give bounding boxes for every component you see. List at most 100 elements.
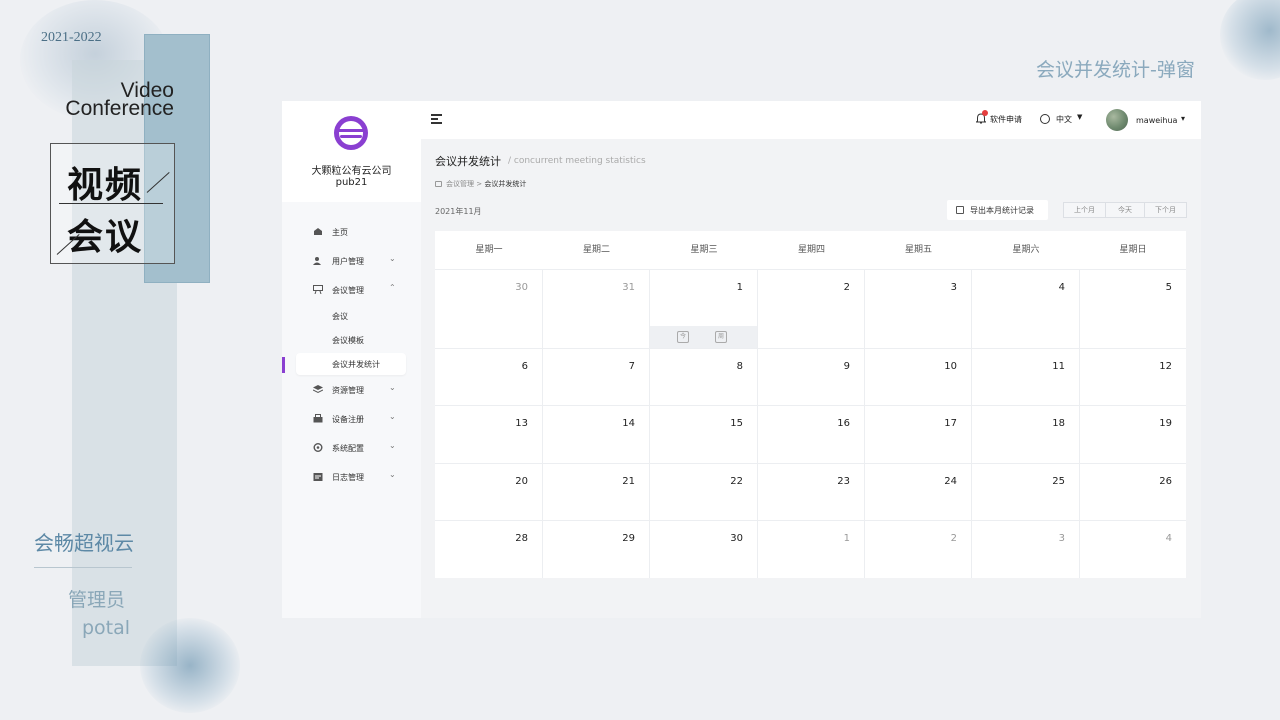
calendar-day-cell[interactable]: 24: [865, 463, 972, 520]
sidebar-subitem-meeting[interactable]: 会议: [296, 305, 406, 327]
chevron-down-icon: ⌄: [389, 441, 396, 450]
sidebar-item-meetings[interactable]: 会议管理 ⌃: [282, 278, 421, 302]
calendar-day-cell[interactable]: 22: [650, 463, 758, 520]
calendar-day-cell[interactable]: 18: [972, 405, 1080, 463]
breadcrumb-current: 会议并发统计: [484, 180, 527, 188]
breadcrumb-icon: [435, 181, 442, 187]
day-number: 10: [944, 361, 957, 372]
page-title: 会议并发统计: [435, 155, 501, 168]
calendar-day-cell[interactable]: 3: [972, 520, 1080, 578]
chevron-down-icon: ⌄: [389, 383, 396, 392]
language-label: 中文: [1056, 115, 1072, 124]
sidebar-subitem-meeting-template[interactable]: 会议模板: [296, 329, 406, 351]
day-view-icon[interactable]: 今: [677, 331, 689, 343]
day-number: 30: [515, 282, 528, 293]
ink-splash-bottom-left: [140, 618, 240, 713]
day-number: 14: [622, 418, 635, 429]
calendar-day-cell[interactable]: 15: [650, 405, 758, 463]
day-number: 1: [843, 533, 850, 544]
sidebar-item-home[interactable]: 主页: [282, 220, 421, 244]
calendar-day-cell[interactable]: 30: [650, 520, 758, 578]
calendar-day-cell[interactable]: 19: [1080, 405, 1186, 463]
calendar-day-cell[interactable]: 13: [435, 405, 543, 463]
sidebar-item-system[interactable]: 系统配置 ⌄: [282, 436, 421, 460]
calendar-day-cell[interactable]: 9: [758, 348, 865, 405]
calendar-day-cell[interactable]: 11: [972, 348, 1080, 405]
day-number: 16: [837, 418, 850, 429]
sidebar-item-users[interactable]: 用户管理 ⌄: [282, 249, 421, 273]
sidebar-item-logs[interactable]: 日志管理 ⌄: [282, 465, 421, 489]
calendar-day-cell[interactable]: 14: [543, 405, 650, 463]
day-number: 23: [837, 476, 850, 487]
settings-icon: [313, 443, 323, 452]
calendar-day-cell[interactable]: 23: [758, 463, 865, 520]
day-number: 3: [1058, 533, 1065, 544]
sidebar-subitem-concurrent-stats[interactable]: 会议并发统计: [296, 353, 406, 375]
week-view-icon[interactable]: 周: [715, 331, 727, 343]
org-name: 大颗粒公有云公司: [311, 166, 392, 177]
calendar-day-cell[interactable]: 1: [758, 520, 865, 578]
sidebar-item-label: 主页: [332, 228, 348, 237]
prev-month-button[interactable]: 上个月: [1064, 203, 1105, 217]
calendar-day-cell[interactable]: 16: [758, 405, 865, 463]
calendar-day-cell[interactable]: 30: [435, 269, 543, 348]
calendar-day-cell[interactable]: 5: [1080, 269, 1186, 348]
calendar-day-cell[interactable]: 21: [543, 463, 650, 520]
breadcrumb-item[interactable]: 会议管理: [446, 180, 474, 188]
day-number: 4: [1058, 282, 1065, 293]
device-icon: [313, 414, 323, 423]
slide-title-box: 视频 会议: [50, 143, 175, 264]
slide-brand: 会畅超视云: [34, 531, 134, 555]
day-number: 11: [1052, 361, 1065, 372]
calendar-day-cell[interactable]: 4: [1080, 520, 1186, 578]
calendar-day-cell[interactable]: 8: [650, 348, 758, 405]
calendar-day-cell[interactable]: 4: [972, 269, 1080, 348]
calendar-day-cell[interactable]: 28: [435, 520, 543, 578]
calendar-day-cell[interactable]: 25: [972, 463, 1080, 520]
breadcrumb-separator: >: [476, 180, 483, 188]
day-number: 26: [1159, 476, 1172, 487]
sidebar-subitem-label: 会议: [332, 312, 348, 321]
day-number: 17: [944, 418, 957, 429]
month-nav: 上个月 今天 下个月: [1063, 202, 1187, 218]
calendar-day-cell[interactable]: 6: [435, 348, 543, 405]
calendar-day-cell[interactable]: 3: [865, 269, 972, 348]
export-month-button[interactable]: 导出本月统计记录: [947, 200, 1048, 220]
day-number: 29: [622, 533, 635, 544]
day-number: 31: [622, 282, 635, 293]
main-content: 会议并发统计 / concurrent meeting statistics 会…: [421, 139, 1201, 618]
weekday-header: 星期六: [1012, 245, 1040, 255]
software-apply-label: 软件申请: [990, 115, 1022, 124]
calendar-day-cell[interactable]: 2: [758, 269, 865, 348]
next-month-button[interactable]: 下个月: [1145, 203, 1186, 217]
today-button[interactable]: 今天: [1105, 203, 1145, 217]
calendar-day-cell[interactable]: 29: [543, 520, 650, 578]
slide-title-stroke: [146, 172, 170, 193]
sidebar-item-label: 设备注册: [332, 415, 364, 424]
sidebar-item-label: 资源管理: [332, 386, 364, 395]
day-number: 3: [950, 282, 957, 293]
calendar-day-cell[interactable]: 31: [543, 269, 650, 348]
sidebar-item-resources[interactable]: 资源管理 ⌄: [282, 378, 421, 402]
chevron-down-icon: ⌄: [389, 254, 396, 263]
calendar-day-cell[interactable]: 26: [1080, 463, 1186, 520]
calendar-day-cell[interactable]: 12: [1080, 348, 1186, 405]
sidebar-item-label: 用户管理: [332, 257, 364, 266]
caret-down-icon: ▼: [1077, 113, 1083, 121]
calendar-day-cell[interactable]: 7: [543, 348, 650, 405]
calendar-day-cell[interactable]: 20: [435, 463, 543, 520]
org-code: pub21: [335, 177, 368, 188]
calendar-day-cell[interactable]: 10: [865, 348, 972, 405]
globe-icon: [1040, 114, 1050, 124]
calendar-day-cell[interactable]: 2: [865, 520, 972, 578]
notification-badge: [982, 110, 988, 116]
slide-title-rule: [59, 203, 163, 204]
sidebar-subitem-label: 会议模板: [332, 336, 364, 345]
calendar-day-cell[interactable]: 17: [865, 405, 972, 463]
sidebar-subitem-label: 会议并发统计: [332, 360, 380, 369]
org-logo-icon: [334, 116, 368, 150]
menu-toggle-icon[interactable]: [431, 114, 442, 124]
sidebar-item-devices[interactable]: 设备注册 ⌄: [282, 407, 421, 431]
calendar-day-cell[interactable]: 1今周: [650, 269, 758, 348]
day-number: 22: [730, 476, 743, 487]
